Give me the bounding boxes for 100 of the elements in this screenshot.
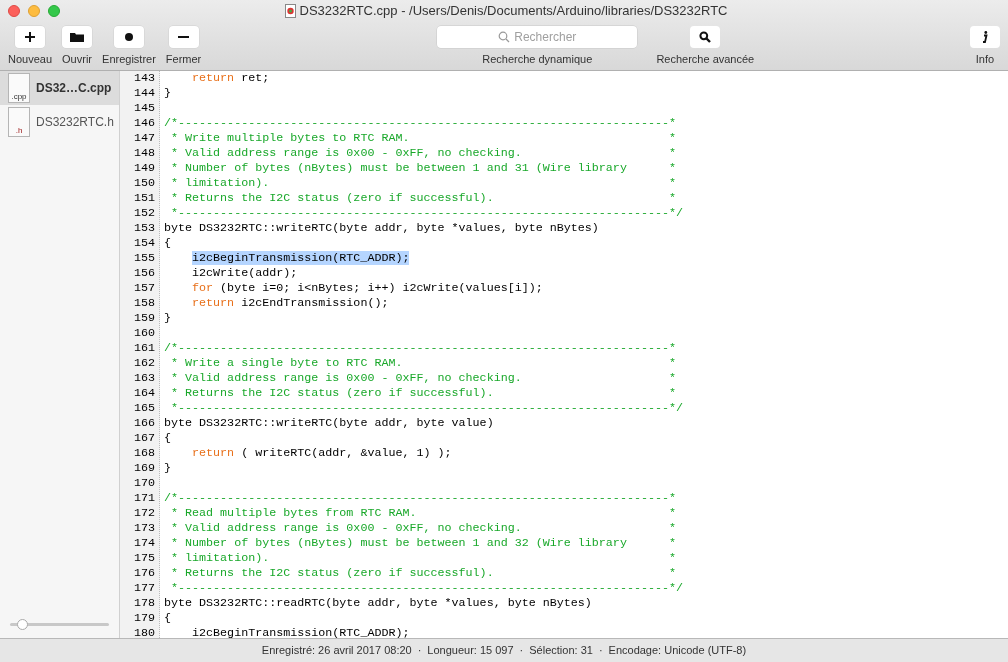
line-number: 149: [132, 161, 155, 176]
code-comment: *: [669, 506, 676, 520]
toolbar-button-label: Fermer: [165, 51, 202, 67]
status-text: Encodage: Unicode (UTF-8): [608, 643, 747, 659]
file-extension: .cpp: [11, 92, 27, 102]
info-button[interactable]: [970, 25, 1000, 48]
search-icon: [699, 30, 712, 43]
code-comment: *: [669, 131, 676, 145]
toolbar-button[interactable]: [62, 25, 93, 48]
code-comment: *: [669, 551, 676, 565]
line-number: 144: [132, 86, 155, 101]
code-comment: * limitation).: [170, 551, 270, 565]
line-number: 167: [132, 431, 155, 446]
file-extension: .h: [15, 126, 23, 136]
code-comment: /*----------------------------------------------------------------------: [164, 116, 669, 130]
file-item[interactable]: .cpp DS32…C.cpp: [0, 71, 119, 105]
code-text: {: [164, 236, 171, 250]
code-comment: *: [669, 191, 676, 205]
minus-icon: [178, 35, 190, 38]
line-number: 158: [132, 296, 155, 311]
code-comment: * Write a single byte to RTC RAM.: [170, 356, 403, 370]
separator-dot: ·: [417, 643, 422, 659]
line-number: 143: [132, 71, 155, 86]
code-comment: * Returns the I2C status (zero if successful).: [170, 566, 494, 580]
window-title: DS3232RTC.cpp - /Users/Denis/Documents/Arduino/libraries/DS3232RTC: [299, 2, 728, 21]
code-comment: *: [669, 161, 676, 175]
file-item[interactable]: .h DS3232RTC.h: [0, 105, 119, 139]
line-number: 157: [132, 281, 155, 296]
code-comment: *: [669, 356, 676, 370]
line-number: 151: [132, 191, 155, 206]
advanced-search-button[interactable]: [690, 25, 721, 48]
code-comment: * Returns the I2C status (zero if successful).: [170, 191, 494, 205]
advanced-search-label: Recherche avancée: [656, 51, 755, 67]
code-text: i2cEndTransmission();: [240, 296, 389, 310]
separator-dot: ·: [598, 643, 603, 659]
status-text: Sélection: 31: [529, 643, 593, 659]
code-text: byte DS3232RTC::writeRTC(byte addr, byte *values, byte nBytes): [164, 221, 599, 235]
line-number: 155: [132, 251, 155, 266]
line-number: 172: [132, 506, 155, 521]
line-number: 146: [132, 116, 155, 131]
close-button[interactable]: [8, 5, 20, 17]
code-comment: /*----------------------------------------------------------------------: [164, 491, 669, 505]
line-number: 147: [132, 131, 155, 146]
line-number: 170: [132, 476, 155, 491]
toolbar-button-label: Enregistrer: [102, 51, 156, 67]
info-icon: [982, 30, 988, 43]
code-keyword: return: [192, 446, 235, 460]
toolbar-button[interactable]: [168, 25, 199, 48]
slider-thumb[interactable]: [17, 618, 29, 630]
code-text: byte DS3232RTC::writeRTC(byte addr, byte value): [164, 416, 494, 430]
line-number: 168: [132, 446, 155, 461]
code-comment: * limitation).: [170, 176, 270, 190]
code-comment: /*----------------------------------------------------------------------: [164, 341, 669, 355]
line-number: 159: [132, 311, 155, 326]
line-number: 164: [132, 386, 155, 401]
search-icon: [498, 30, 511, 43]
code-text: byte DS3232RTC::readRTC(byte addr, byte *values, byte nBytes): [164, 596, 592, 610]
line-number: 179: [132, 611, 155, 626]
dot-icon: [124, 32, 133, 41]
toolbar-button-label: Nouveau: [8, 51, 53, 67]
line-number: 173: [132, 521, 155, 536]
code-comment: * Valid address range is 0x00 - 0xFF, no checking.: [170, 371, 522, 385]
code-text: (byte i=0; i<nBytes; i++) i2cWrite(values[i]);: [219, 281, 543, 295]
line-number: 171: [132, 491, 155, 506]
code-keyword: for: [192, 281, 214, 295]
code-comment: * Valid address range is 0x00 - 0xFF, no checking.: [170, 146, 522, 160]
code-keyword: return: [192, 296, 235, 310]
code-text: ( writeRTC(addr, &value, 1) );: [240, 446, 452, 460]
code-comment: *: [669, 176, 676, 190]
code-comment: *: [669, 536, 676, 550]
line-number: 154: [132, 236, 155, 251]
line-number: 160: [132, 326, 155, 341]
line-number: 156: [132, 266, 155, 281]
line-number: 161: [132, 341, 155, 356]
code-comment: *: [669, 371, 676, 385]
file-name: DS32…C.cpp: [36, 80, 112, 97]
code-text: }: [164, 86, 171, 100]
toolbar-button[interactable]: [15, 25, 45, 48]
code-keyword: return: [192, 71, 235, 85]
code-text: i2cBeginTransmission(RTC_ADDR);: [191, 626, 410, 638]
code-comment: *: [669, 116, 676, 130]
line-number: 180: [132, 626, 155, 638]
code-comment: * Number of bytes (nBytes) must be between 1 and 32 (Wire library: [170, 536, 627, 550]
line-number: 163: [132, 371, 155, 386]
line-number: 145: [132, 101, 155, 116]
code-comment: *: [669, 146, 676, 160]
code-comment: * Valid address range is 0x00 - 0xFF, no checking.: [170, 521, 522, 535]
status-text: Longueur: 15 097: [427, 643, 514, 659]
code-comment: *----------------------------------------------------------------------*/: [170, 401, 683, 415]
selected-code: i2cBeginTransmission(RTC_ADDR);: [192, 251, 410, 265]
code-text: {: [164, 431, 171, 445]
folder-icon: [70, 31, 85, 42]
line-number: 177: [132, 581, 155, 596]
line-number: 165: [132, 401, 155, 416]
toolbar-button[interactable]: [113, 25, 144, 48]
code-comment: *: [669, 341, 676, 355]
info-label: Info: [975, 51, 995, 67]
code-text: i2cWrite(addr);: [191, 266, 298, 280]
line-number: 169: [132, 461, 155, 476]
code-comment: *----------------------------------------------------------------------*/: [170, 581, 683, 595]
